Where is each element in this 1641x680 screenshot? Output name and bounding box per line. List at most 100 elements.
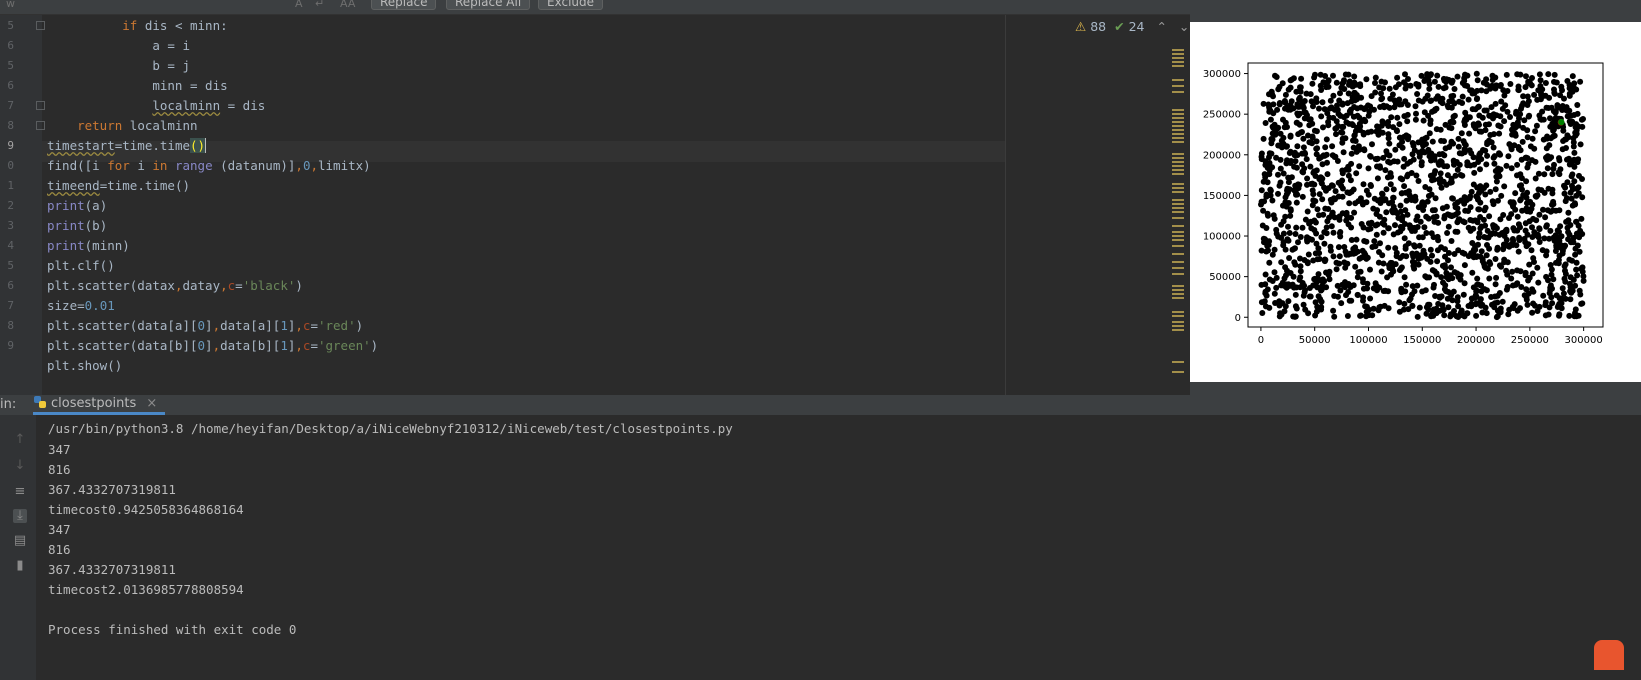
scatter-point [1471,169,1478,176]
error-stripe-mark[interactable] [1172,191,1184,193]
scatter-point [1565,155,1572,162]
error-stripe-mark[interactable] [1172,137,1184,139]
error-stripe-mark[interactable] [1172,325,1184,327]
scatter-point [1498,192,1505,199]
y-tick-label: 250000 [1203,110,1241,121]
error-stripe-mark[interactable] [1172,311,1184,313]
scatter-point [1390,194,1397,201]
error-stripe-mark[interactable] [1172,53,1184,55]
error-stripe-mark[interactable] [1172,245,1184,247]
error-stripe-mark[interactable] [1172,57,1184,59]
error-stripe-mark[interactable] [1172,207,1184,209]
error-stripe-mark[interactable] [1172,133,1184,135]
error-stripe-mark[interactable] [1172,329,1184,331]
close-icon[interactable]: × [146,396,157,411]
error-stripe-mark[interactable] [1172,273,1184,275]
error-stripe-mark[interactable] [1172,161,1184,163]
error-stripe-mark[interactable] [1172,235,1184,237]
fold-marker-icon[interactable] [36,101,45,110]
error-stripe-mark[interactable] [1172,225,1184,227]
error-stripe-mark[interactable] [1172,129,1184,131]
scatter-point [1380,229,1387,236]
inspection-widget[interactable]: ⚠ 88 ✔ 24 ⌃ ⌄ [1075,19,1189,35]
trash-icon[interactable]: ▮ [13,559,27,573]
error-stripe-mark[interactable] [1172,239,1184,241]
scroll-to-end-icon[interactable]: ⤓ [13,509,27,523]
scatter-point [1329,152,1336,159]
scatter-point [1533,122,1540,129]
error-stripe-mark[interactable] [1172,293,1184,295]
error-stripe-mark[interactable] [1172,157,1184,159]
error-stripe-mark[interactable] [1172,49,1184,51]
error-stripe-mark[interactable] [1172,253,1184,255]
scatter-point [1518,156,1525,163]
run-tab-closestpoints[interactable]: closestpoints × [33,395,166,415]
error-stripe-mark[interactable] [1172,117,1184,119]
replace-button[interactable]: Replace [371,0,437,10]
error-stripe[interactable] [1172,49,1184,395]
replace-all-button[interactable]: Replace All [446,0,531,10]
soft-wrap-icon[interactable]: ≡ [13,485,27,499]
scatter-point [1507,81,1514,87]
error-stripe-mark[interactable] [1172,169,1184,171]
down-arrow-icon[interactable]: ↓ [13,459,27,473]
scatter-point [1572,251,1579,258]
error-stripe-mark[interactable] [1172,61,1184,63]
error-stripe-mark[interactable] [1172,65,1184,67]
replace-history-icon[interactable]: ↵ [315,0,324,10]
error-stripe-mark[interactable] [1172,165,1184,167]
print-icon[interactable]: ▤ [13,534,27,548]
error-stripe-mark[interactable] [1172,121,1184,123]
error-stripe-mark[interactable] [1172,297,1184,299]
error-stripe-mark[interactable] [1172,173,1184,175]
scatter-point [1409,250,1416,257]
scatter-point [1399,144,1406,151]
code-editor[interactable]: 5 6 5 6 7 8 9 0 1 2 3 4 5 6 7 8 9 if dis… [0,15,1190,395]
error-stripe-mark[interactable] [1172,361,1184,363]
scatter-point [1476,190,1482,196]
error-stripe-mark[interactable] [1172,261,1184,263]
error-stripe-mark[interactable] [1172,187,1184,189]
chevron-up-icon[interactable]: ⌃ [1156,19,1166,34]
chevron-down-icon[interactable]: ⌄ [1179,19,1189,34]
error-stripe-mark[interactable] [1172,113,1184,115]
error-stripe-mark[interactable] [1172,321,1184,323]
scatter-point [1543,145,1550,152]
scatter-point [1371,195,1378,202]
scatter-point [1440,75,1447,82]
error-stripe-mark[interactable] [1172,289,1184,291]
error-stripe-mark[interactable] [1172,199,1184,201]
error-stripe-mark[interactable] [1172,231,1184,233]
scatter-point [1575,184,1582,191]
error-stripe-mark[interactable] [1172,183,1184,185]
error-stripe-mark[interactable] [1172,211,1184,213]
error-stripe-mark[interactable] [1172,285,1184,287]
search-history-icon[interactable]: w [6,0,15,10]
scatter-point [1354,105,1361,112]
error-stripe-mark[interactable] [1172,217,1184,219]
scatter-point [1465,224,1472,231]
error-stripe-mark[interactable] [1172,85,1184,87]
scatter-point [1269,130,1276,137]
error-stripe-mark[interactable] [1172,203,1184,205]
fold-marker-icon[interactable] [36,21,45,30]
match-case-icon[interactable]: A [295,0,303,10]
preserve-case-icon[interactable]: AA [340,0,355,10]
error-stripe-mark[interactable] [1172,267,1184,269]
scatter-point [1385,135,1392,142]
scatter-point [1377,240,1383,247]
error-stripe-mark[interactable] [1172,125,1184,127]
error-stripe-mark[interactable] [1172,153,1184,155]
exclude-button[interactable]: Exclude [538,0,604,10]
run-console[interactable]: ↑ ↓ ≡ ⤓ ▤ ▮ /usr/bin/python3.8 /home/hey… [0,415,1641,680]
error-stripe-mark[interactable] [1172,91,1184,93]
error-stripe-mark[interactable] [1172,371,1184,373]
error-stripe-mark[interactable] [1172,141,1184,143]
error-stripe-mark[interactable] [1172,109,1184,111]
error-stripe-mark[interactable] [1172,79,1184,81]
up-arrow-icon[interactable]: ↑ [13,433,27,447]
scatter-point [1259,310,1266,316]
fold-marker-icon[interactable] [36,121,45,130]
scatter-point [1306,293,1313,300]
error-stripe-mark[interactable] [1172,315,1184,317]
